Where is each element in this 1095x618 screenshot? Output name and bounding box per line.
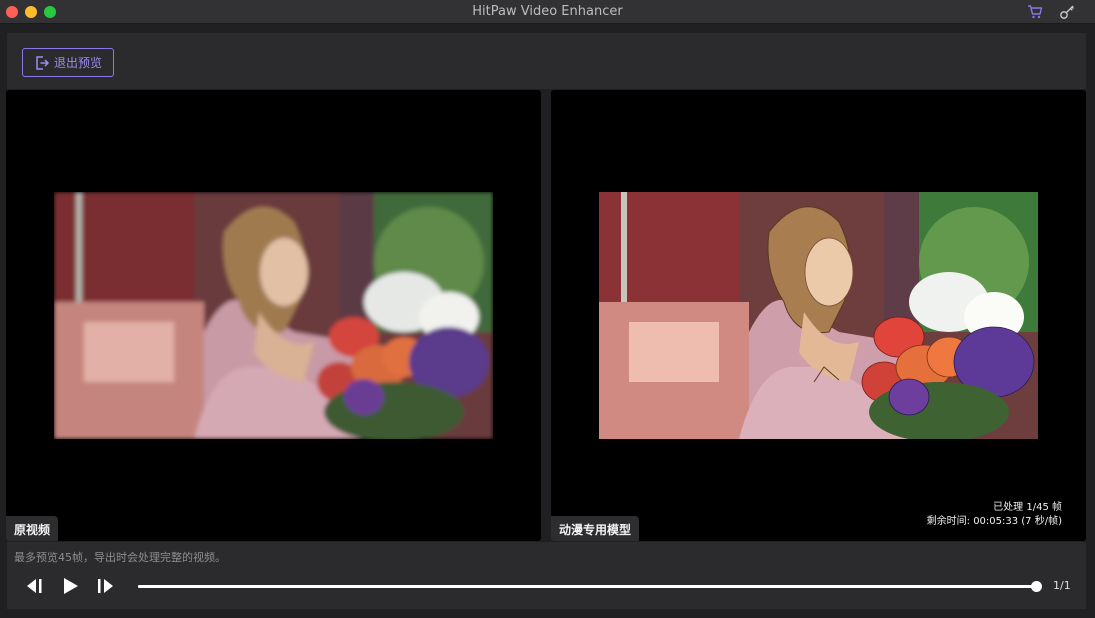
exit-preview-label: 退出预览 xyxy=(53,56,102,70)
prev-frame-icon[interactable] xyxy=(24,577,46,595)
timeline-track[interactable] xyxy=(138,585,1036,588)
remaining-time-text: 剩余时间: 00:05:33 (7 秒/帧) xyxy=(926,516,1062,527)
timeline-thumb[interactable] xyxy=(1030,581,1042,592)
original-video-pane: 原视频 xyxy=(6,90,541,541)
enhanced-video-pane: 动漫专用模型 已处理 1/45 帧 剩余时间: 00:05:33 (7 秒/帧) xyxy=(551,90,1086,541)
model-label: 动漫专用模型 xyxy=(551,516,640,541)
window-title: HitPaw Video Enhancer xyxy=(472,4,623,19)
processed-frames-text: 已处理 1/45 帧 xyxy=(993,502,1062,513)
title-bar: HitPaw Video Enhancer xyxy=(0,0,1095,24)
original-video-frame xyxy=(54,192,493,439)
enhanced-video-frame xyxy=(599,192,1038,439)
original-video-label: 原视频 xyxy=(6,516,59,541)
preview-toolbar: 退出预览 xyxy=(7,33,1086,89)
playback-controls: 最多预览45帧，导出时会处理完整的视频。 1/1 xyxy=(7,542,1086,609)
preview-hint: 最多预览45帧，导出时会处理完整的视频。 xyxy=(14,551,226,564)
cart-icon[interactable] xyxy=(1026,3,1044,21)
processing-status: 已处理 1/45 帧 剩余时间: 00:05:33 (7 秒/帧) xyxy=(927,501,1062,529)
exit-preview-button[interactable]: 退出预览 xyxy=(22,48,114,77)
frame-counter: 1/1 xyxy=(1053,579,1071,592)
play-icon[interactable] xyxy=(60,577,82,595)
timeline-fill xyxy=(138,585,1036,588)
next-frame-icon[interactable] xyxy=(95,577,117,595)
exit-icon xyxy=(36,55,50,70)
app-window: HitPaw Video Enhancer 退出预览 原视频 动漫专用模型 已处… xyxy=(0,0,1095,618)
key-icon[interactable] xyxy=(1058,3,1076,21)
